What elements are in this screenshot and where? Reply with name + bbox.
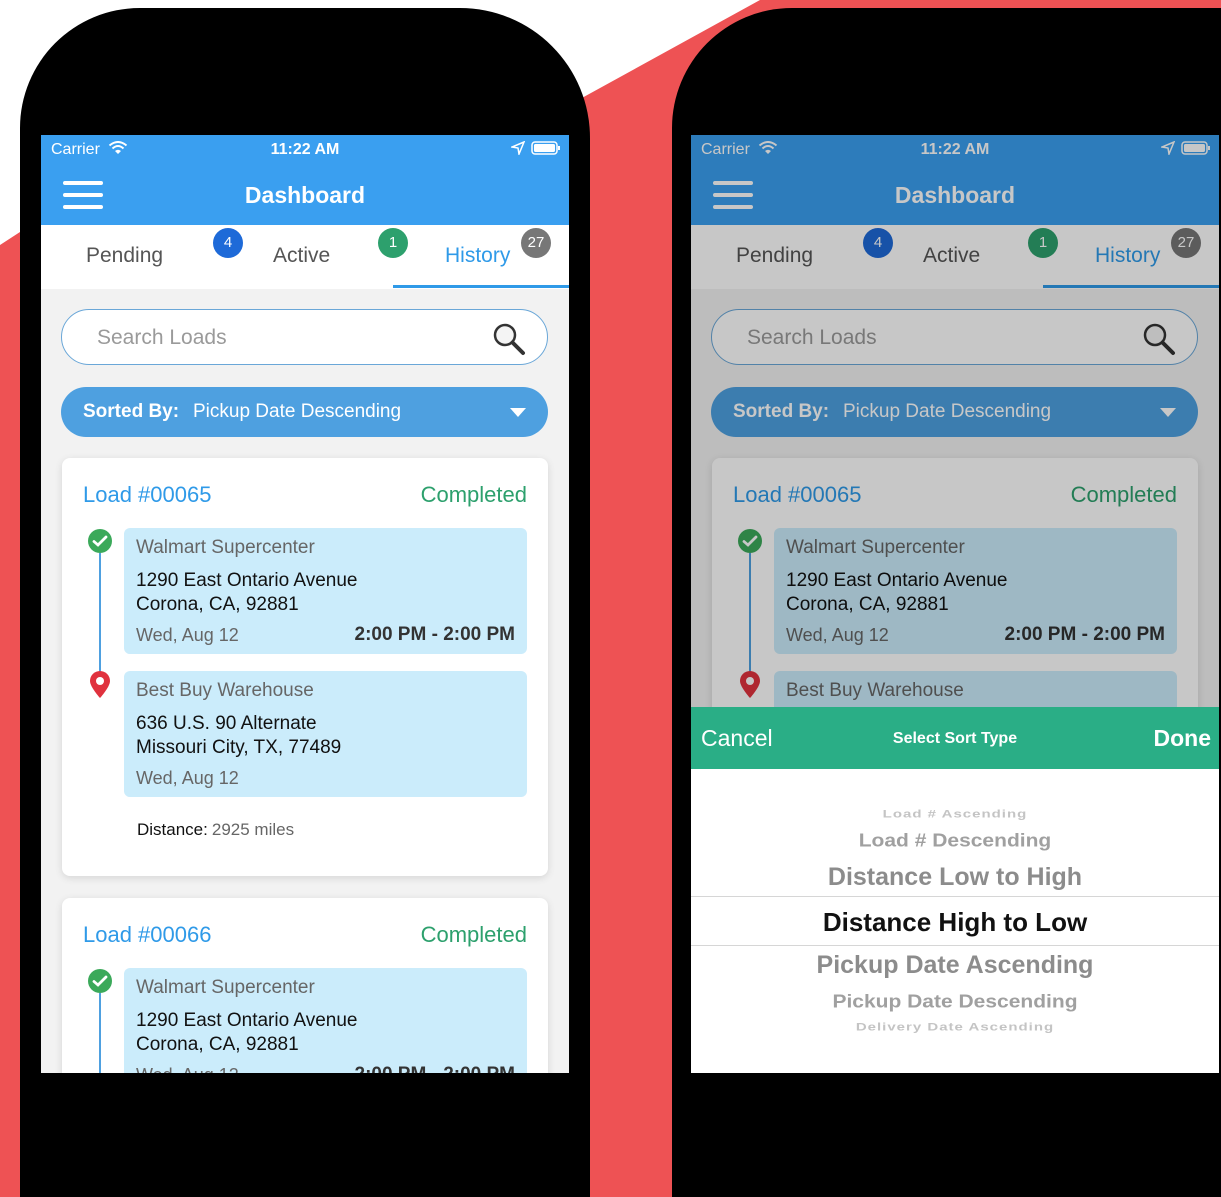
tab-pending[interactable]: Pending 4 bbox=[86, 225, 243, 289]
search-icon[interactable] bbox=[491, 321, 527, 357]
load-number: Load #00065 bbox=[83, 482, 212, 507]
pickup-address-line2: Corona, CA, 92881 bbox=[136, 594, 299, 615]
pickup-stop: Walmart Supercenter 1290 East Ontario Av… bbox=[124, 528, 527, 654]
search-placeholder: Search Loads bbox=[97, 326, 227, 349]
done-button[interactable]: Done bbox=[1154, 725, 1212, 752]
page-title: Dashboard bbox=[244, 182, 366, 208]
tab-selected-indicator bbox=[393, 285, 569, 288]
sort-picker-screen: Carrier 11:22 AM Dashboard Pending 4 Act… bbox=[691, 135, 1219, 1073]
pickup-address-line2: Corona, CA, 92881 bbox=[136, 1034, 299, 1055]
route-timeline bbox=[99, 553, 101, 683]
picker-option-selected[interactable]: Distance High to Low bbox=[691, 907, 1219, 938]
sort-value: Pickup Date Descending bbox=[193, 401, 402, 422]
load-status: Completed bbox=[420, 922, 527, 947]
load-number: Load #00066 bbox=[83, 922, 212, 947]
picker-option[interactable]: Pickup Date Ascending bbox=[691, 951, 1219, 980]
delivery-date: Wed, Aug 12 bbox=[136, 768, 239, 788]
sort-type-picker[interactable]: Load # Ascending Load # Descending Dista… bbox=[691, 769, 1219, 1073]
pending-count-badge: 4 bbox=[213, 228, 243, 258]
location-arrow-icon bbox=[511, 141, 525, 155]
tab-pending-label: Pending bbox=[86, 244, 164, 267]
pickup-name: Walmart Supercenter bbox=[136, 537, 315, 558]
pickup-date: Wed, Aug 12 bbox=[136, 625, 239, 645]
pickup-address-line1: 1290 East Ontario Avenue bbox=[136, 1010, 358, 1031]
check-circle-icon bbox=[88, 529, 112, 553]
picker-option[interactable]: Distance Low to High bbox=[691, 863, 1219, 892]
sort-label: Sorted By: bbox=[83, 401, 180, 422]
tab-bar: Pending 4 Active 1 History 27 bbox=[41, 225, 569, 289]
route-timeline bbox=[99, 993, 101, 1073]
delivery-name: Best Buy Warehouse bbox=[136, 680, 314, 701]
picker-selection-divider-top bbox=[691, 896, 1219, 897]
battery-icon bbox=[531, 141, 560, 155]
search-input[interactable]: Search Loads bbox=[61, 309, 548, 365]
pickup-date: Wed, Aug 12 bbox=[136, 1065, 239, 1073]
pickup-address-line1: 1290 East Ontario Avenue bbox=[136, 570, 358, 591]
pickup-name: Walmart Supercenter bbox=[136, 977, 315, 998]
status-icons bbox=[511, 141, 561, 155]
picker-option[interactable]: Load # Descending bbox=[691, 830, 1219, 851]
delivery-address-line2: Missouri City, TX, 77489 bbox=[136, 737, 342, 758]
check-circle-icon bbox=[88, 969, 112, 993]
dashboard-screen: Carrier 11:22 AM Dashboard Pending 4 Act… bbox=[41, 135, 569, 1073]
picker-title: Select Sort Type bbox=[892, 730, 1018, 747]
picker-selection-divider-bottom bbox=[691, 945, 1219, 946]
pickup-stop: Walmart Supercenter 1290 East Ontario Av… bbox=[124, 968, 527, 1073]
map-pin-icon bbox=[90, 671, 110, 698]
history-count-badge: 27 bbox=[521, 228, 551, 258]
chevron-down-icon bbox=[510, 408, 526, 417]
pickup-time: 2:00 PM - 2:00 PM bbox=[354, 624, 516, 645]
picker-option[interactable]: Delivery Date Ascending bbox=[691, 1021, 1219, 1033]
status-bar: Carrier 11:22 AM bbox=[41, 135, 569, 165]
picker-option[interactable]: Load # Ascending bbox=[691, 808, 1219, 820]
distance-label: Distance: bbox=[137, 820, 208, 839]
tab-history-label: History bbox=[445, 244, 511, 267]
picker-option[interactable]: Pickup Date Descending bbox=[691, 991, 1219, 1012]
sort-dropdown[interactable]: Sorted By: Pickup Date Descending bbox=[61, 387, 548, 437]
distance-row: Distance: 2925 miles bbox=[137, 820, 294, 840]
status-time: 11:22 AM bbox=[270, 141, 340, 158]
load-card[interactable]: Load #00066 Completed Walmart Supercente… bbox=[62, 898, 548, 1073]
load-status: Completed bbox=[420, 482, 527, 507]
distance-value: 2925 miles bbox=[211, 820, 295, 839]
navigation-bar: Dashboard bbox=[41, 165, 569, 225]
delivery-address-line1: 636 U.S. 90 Alternate bbox=[136, 713, 317, 734]
tab-history[interactable]: History 27 bbox=[393, 225, 569, 289]
tab-active-label: Active bbox=[273, 244, 331, 267]
picker-toolbar: Cancel Select Sort Type Done bbox=[691, 707, 1219, 769]
delivery-stop: Best Buy Warehouse 636 U.S. 90 Alternate… bbox=[124, 671, 527, 797]
load-card[interactable]: Load #00065 Completed Walmart Supercente… bbox=[62, 458, 548, 876]
pickup-time: 2:00 PM - 2:00 PM bbox=[355, 1064, 516, 1073]
